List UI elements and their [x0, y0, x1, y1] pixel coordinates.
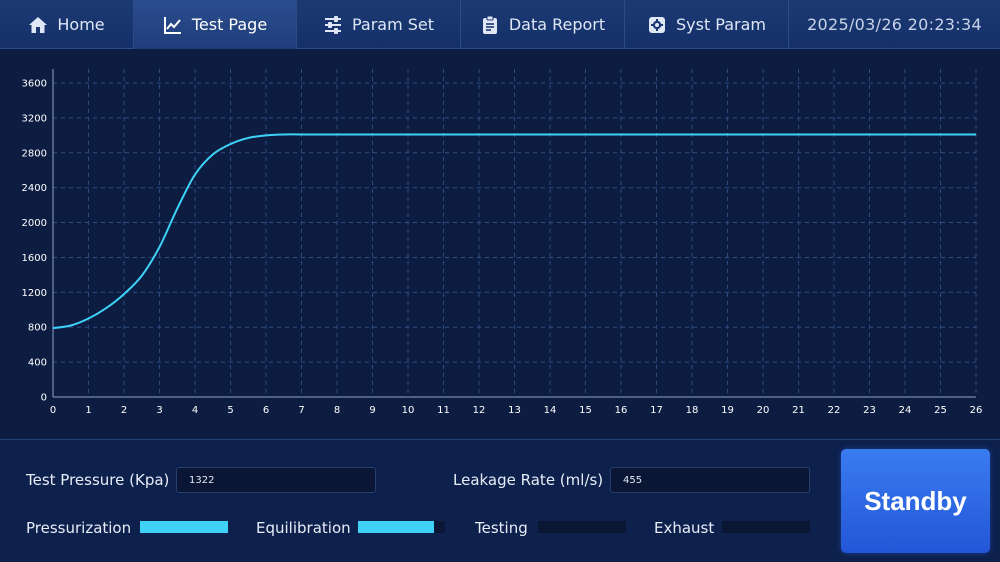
pressure-chart: 0 1 2 3 4 5 6 7 8 9 10 11 12 13 14 15 16 17 18 19 20 21 22 23 24…: [22, 69, 983, 416]
x-tick-label: 16: [615, 405, 628, 416]
x-tick-label: 10: [402, 405, 415, 416]
home-icon: [28, 15, 48, 35]
x-tick-label: 5: [227, 405, 233, 416]
leakage-rate-field: 455: [610, 467, 810, 493]
line-chart-icon: [163, 15, 183, 35]
x-tick-label: 9: [369, 405, 375, 416]
sliders-icon: [323, 15, 343, 35]
test-pressure-field: 1322: [176, 467, 376, 493]
stage-equilibration-bar: [358, 521, 445, 533]
x-tick-label: 22: [828, 405, 841, 416]
tab-test-page[interactable]: Test Page: [134, 0, 297, 49]
y-tick-label: 2000: [22, 218, 47, 229]
clipboard-icon: [480, 15, 500, 35]
tab-param-set[interactable]: Param Set: [297, 0, 461, 49]
x-tick-label: 23: [863, 405, 876, 416]
standby-button[interactable]: Standby: [841, 449, 990, 553]
test-pressure-label: Test Pressure (Kpa): [26, 471, 170, 489]
tab-syst-param-label: Syst Param: [675, 15, 767, 34]
x-tick-label: 13: [508, 405, 521, 416]
x-tick-label: 25: [934, 405, 947, 416]
x-tick-label: 21: [792, 405, 805, 416]
tab-data-report[interactable]: Data Report: [461, 0, 625, 49]
y-tick-label: 2400: [22, 183, 47, 194]
x-tick-label: 17: [650, 405, 663, 416]
x-tick-label: 20: [757, 405, 770, 416]
tab-data-report-label: Data Report: [508, 15, 606, 34]
pressure-chart-area: 0 1 2 3 4 5 6 7 8 9 10 11 12 13 14 15 16 17 18 19 20 21 22 23 24…: [0, 49, 1000, 439]
stage-testing-label: Testing: [475, 519, 528, 537]
y-tick-label: 1600: [22, 253, 47, 264]
y-tick-label: 400: [28, 358, 47, 369]
y-tick-label: 2800: [22, 148, 47, 159]
x-tick-label: 24: [899, 405, 912, 416]
leakage-rate-label: Leakage Rate (ml/s): [453, 471, 604, 489]
stage-equilibration-label: Equilibration: [256, 519, 351, 537]
x-tick-label: 7: [298, 405, 304, 416]
tab-syst-param[interactable]: Syst Param: [625, 0, 789, 49]
x-tick-label: 2: [121, 405, 127, 416]
top-nav: Home Test Page Param Set Data Report Sys…: [0, 0, 1000, 49]
tab-param-set-label: Param Set: [351, 15, 435, 34]
y-tick-label: 0: [41, 393, 47, 404]
x-tick-label: 26: [970, 405, 983, 416]
x-tick-label: 15: [579, 405, 592, 416]
stage-testing-bar: [538, 521, 626, 533]
datetime-display: 2025/03/26 20:23:34: [807, 14, 982, 34]
tab-test-page-label: Test Page: [191, 15, 268, 34]
y-tick-label: 1200: [22, 288, 47, 299]
status-panel: Test Pressure (Kpa) 1322 Leakage Rate (m…: [0, 439, 1000, 562]
x-tick-label: 4: [192, 405, 198, 416]
x-tick-label: 14: [544, 405, 557, 416]
gear-icon: [647, 15, 667, 35]
stage-exhaust-label: Exhaust: [654, 519, 715, 537]
x-tick-label: 1: [85, 405, 91, 416]
stage-pressurization-label: Pressurization: [26, 519, 132, 537]
x-tick-label: 11: [437, 405, 450, 416]
x-tick-label: 18: [686, 405, 699, 416]
stage-pressurization-bar: [140, 521, 228, 533]
y-tick-label: 3600: [22, 79, 47, 90]
tab-home-label: Home: [57, 15, 105, 34]
y-tick-label: 800: [28, 323, 47, 334]
x-tick-label: 6: [263, 405, 269, 416]
x-tick-label: 12: [473, 405, 486, 416]
x-tick-label: 0: [50, 405, 56, 416]
y-tick-label: 3200: [22, 113, 47, 124]
x-tick-label: 19: [721, 405, 734, 416]
x-tick-label: 3: [156, 405, 162, 416]
stage-exhaust-bar: [722, 521, 810, 533]
x-tick-label: 8: [334, 405, 340, 416]
tab-home[interactable]: Home: [0, 0, 134, 49]
